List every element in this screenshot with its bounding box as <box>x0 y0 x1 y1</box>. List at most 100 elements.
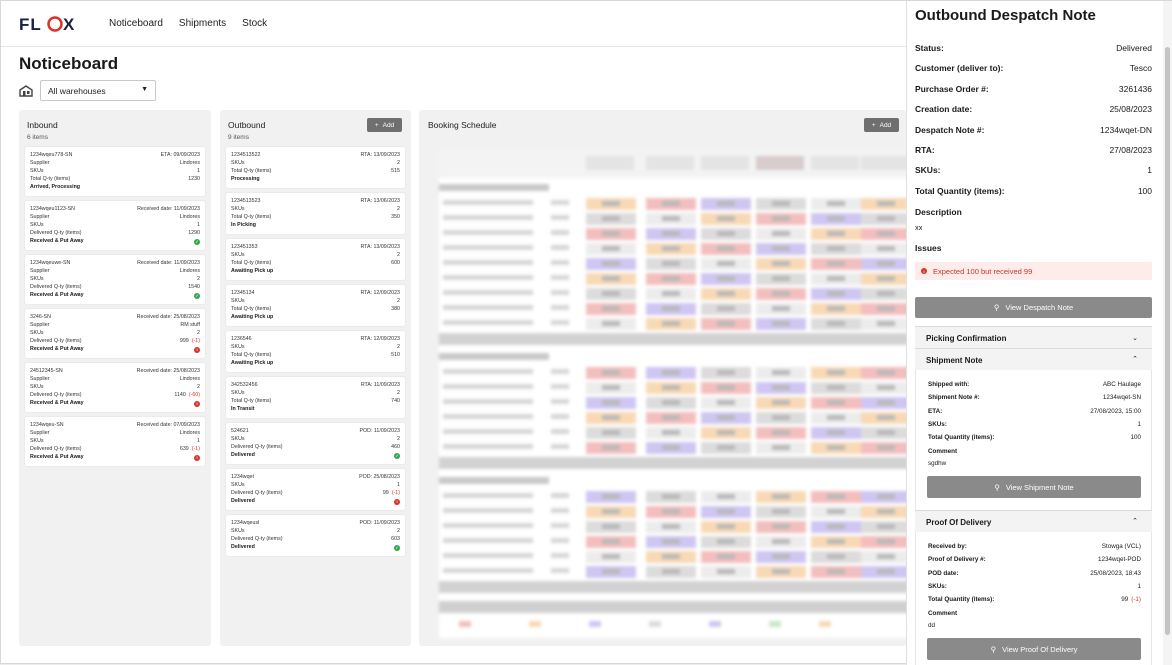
inbound-card[interactable]: 3246-SN Received date: 25/08/2023 Supplier… <box>25 309 205 358</box>
booking-add-button[interactable]: + Add <box>864 118 899 132</box>
inbound-title: Inbound <box>27 120 58 130</box>
outbound-card[interactable]: 1234513522 RTA: 13/09/2023 SKUs 2 Total Q-ty… <box>226 147 405 188</box>
picking-confirmation-header[interactable]: Picking Confirmation ⌄ <box>915 326 1152 348</box>
card-status-row: Arrived, Processing <box>30 183 200 192</box>
card-header: 524621 POD: 11/09/2023 <box>231 427 400 435</box>
card-row-label: SKUs <box>231 528 245 534</box>
card-row-label: SKUs <box>231 390 245 396</box>
card-date: RTA: 12/09/2023 <box>360 336 400 342</box>
schedule-cell <box>717 291 735 296</box>
card-row-label: SKUs <box>30 384 44 390</box>
card-date: ETA: 09/09/2023 <box>160 152 200 158</box>
schedule-cell <box>827 216 845 221</box>
nav-item-noticeboard[interactable]: Noticeboard <box>109 18 163 29</box>
schedule-cell <box>717 261 735 266</box>
shipment-note-header[interactable]: Shipment Note ⌃ <box>915 348 1152 370</box>
card-row-value-group: 2 <box>397 251 400 259</box>
inbound-card[interactable]: 24512345-SN Received date: 25/08/2023 Supp… <box>25 363 205 412</box>
schedule-cell <box>717 306 735 311</box>
schedule-cell <box>827 385 845 390</box>
schedule-cell <box>662 400 680 405</box>
nav-item-shipments[interactable]: Shipments <box>179 18 226 29</box>
schedule-cell <box>443 553 533 558</box>
schedule-cell <box>717 246 735 251</box>
card-row-value: 600 <box>391 260 400 266</box>
card-row-value: 1 <box>397 482 400 488</box>
schedule-cell <box>551 230 569 235</box>
schedule-cell <box>662 201 680 206</box>
nav-item-stock[interactable]: Stock <box>242 18 267 29</box>
pod-label: POD date: <box>928 569 959 577</box>
outbound-card[interactable]: 1234513523 RTA: 13/06/2023 SKUs 2 Total Q-ty… <box>226 193 405 234</box>
schedule-cell <box>602 569 620 574</box>
pod-comment: dd <box>928 622 936 629</box>
schedule-cell <box>602 539 620 544</box>
schedule-cell <box>662 430 680 435</box>
card-row: Total Q-ty (items) 515 <box>231 167 400 175</box>
card-status: Received & Put Away <box>30 400 84 406</box>
panel-scrollbar[interactable] <box>1163 1 1172 665</box>
card-status-row: Delivered ✓ <box>231 451 400 460</box>
view-despatch-note-button[interactable]: ⚲ View Despatch Note <box>915 297 1152 318</box>
schedule-cell <box>772 569 790 574</box>
error-icon: ! <box>194 346 200 353</box>
outbound-card[interactable]: 342532456 RTA: 11/09/2023 SKUs 2 Total Q-ty … <box>226 377 405 418</box>
outbound-card[interactable]: 123451353 RTA: 13/09/2023 SKUs 2 Total Q-ty … <box>226 239 405 280</box>
inbound-card[interactable]: 1234wqeu-SN Received date: 07/09/2023 Supp… <box>25 417 205 466</box>
schedule-cell <box>662 539 680 544</box>
schedule-cell <box>662 306 680 311</box>
proof-of-delivery-header[interactable]: Proof Of Delivery ⌃ <box>915 510 1152 532</box>
schedule-cell <box>602 306 620 311</box>
card-header: 123451353 RTA: 13/09/2023 <box>231 243 400 251</box>
schedule-cell <box>443 399 533 404</box>
outbound-card[interactable]: 12345134 RTA: 12/09/2023 SKUs 2 Total Q-ty (… <box>226 285 405 326</box>
card-row-label: SKUs <box>231 344 245 350</box>
outbound-card[interactable]: 1236546 RTA: 12/09/2023 SKUs 2 Total Q-ty (i… <box>226 331 405 372</box>
scrollbar-thumb[interactable] <box>1165 47 1170 635</box>
view-proof-of-delivery-button[interactable]: ⚲ View Proof Of Delivery <box>927 638 1141 660</box>
outbound-card[interactable]: 1234wqeusl POD: 11/09/2023 SKUs 2 Delivered … <box>226 515 405 556</box>
outbound-add-button[interactable]: + Add <box>367 118 402 132</box>
card-date: RTA: 11/09/2023 <box>360 382 400 388</box>
card-row-value: 2 <box>397 252 400 258</box>
inbound-card[interactable]: 1234wqeu1123-SN Received date: 11/09/2023… <box>25 201 205 250</box>
schedule-cell <box>811 156 859 170</box>
card-row-value: 99 <box>382 490 389 496</box>
schedule-cell <box>586 156 634 170</box>
card-status: In Picking <box>231 222 257 228</box>
nav-links: Noticeboard Shipments Stock <box>109 18 267 29</box>
inbound-card[interactable]: 1234wqeuwe-SN Received date: 11/09/2023 Su… <box>25 255 205 304</box>
schedule-cell <box>459 621 471 627</box>
flox-logo[interactable]: FL X <box>19 14 85 34</box>
schedule-cell <box>772 261 790 266</box>
schedule-cell <box>877 524 895 529</box>
pod-row: SKUs: 1 <box>928 583 1141 590</box>
schedule-cell <box>877 321 895 326</box>
card-date: Received date: 11/09/2023 <box>137 206 200 212</box>
schedule-cell <box>551 538 569 543</box>
schedule-cell <box>662 246 680 251</box>
card-row-label: Delivered Q-ty (items) <box>30 446 82 452</box>
card-id: 123451353 <box>231 244 258 250</box>
schedule-cell <box>772 201 790 206</box>
shipment-label: Total Quantity (items): <box>928 434 995 442</box>
pod-label: Total Quantity (items): <box>928 596 995 604</box>
outbound-card[interactable]: 524621 POD: 11/09/2023 SKUs 2 Delivered Q-ty… <box>226 423 405 464</box>
inbound-card[interactable]: 1234wqeu778-SN ETA: 09/09/2023 Supplier Lin… <box>25 147 205 196</box>
card-row-value: 1290 <box>188 230 200 236</box>
card-status-row: Awaiting Pick up <box>231 313 400 322</box>
card-row-value-group: Lindores <box>180 159 200 167</box>
schedule-cell <box>589 621 601 627</box>
shipment-value-group: ABC Haulage <box>1103 381 1141 388</box>
view-shipment-note-button[interactable]: ⚲ View Shipment Note <box>927 476 1141 498</box>
error-icon: ! <box>194 454 200 461</box>
card-row-value-group: 380 <box>391 305 400 313</box>
card-row-label: Total Q-ty (items) <box>231 306 272 312</box>
warehouse-select[interactable]: All warehouses ▼ <box>40 80 156 101</box>
card-date: Received date: 11/09/2023 <box>137 260 200 266</box>
search-icon: ⚲ <box>990 644 997 654</box>
outbound-card[interactable]: 1234wqet POD: 25/08/2023 SKUs 1 Delivered Q-… <box>226 469 405 510</box>
card-row-label: Total Q-ty (items) <box>231 352 272 358</box>
detail-label: Customer (deliver to): <box>915 63 1004 74</box>
warehouse-icon <box>19 85 33 97</box>
